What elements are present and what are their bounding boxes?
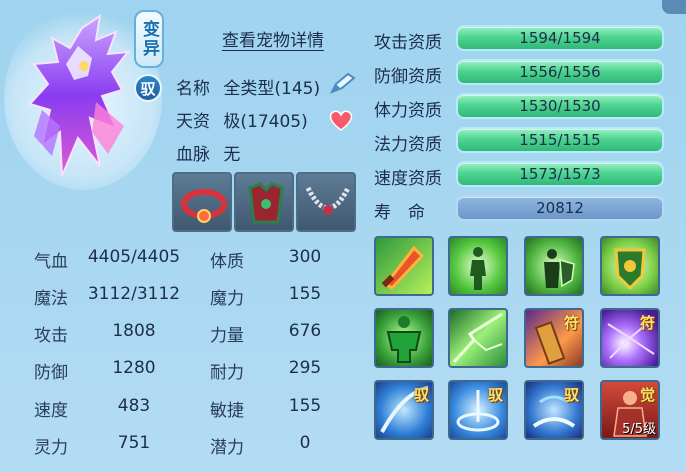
stat-label: 魔力: [210, 289, 244, 309]
skill-slot-5[interactable]: [374, 308, 434, 368]
skill-slot-7[interactable]: 符: [524, 308, 584, 368]
armor-vest-icon: [248, 182, 284, 224]
stat-label: 魔法: [34, 289, 68, 309]
skill-level: 5/5级: [622, 422, 656, 437]
skill-tag: 符: [639, 314, 655, 332]
stat-value: 3112/3112: [87, 284, 181, 304]
stat-label: 耐力: [210, 363, 244, 383]
aptitude-bar-defense: 1556/1556: [456, 59, 664, 85]
aptitude-bar-attack: 1594/1594: [456, 25, 664, 51]
name-label: 名称: [176, 79, 210, 99]
stat-value: 1808: [112, 321, 156, 341]
lifespan-value: 20812: [456, 195, 664, 221]
stat-value: 483: [117, 396, 151, 416]
panel-corner-button[interactable]: [662, 0, 686, 14]
skill-slot-1[interactable]: [374, 236, 434, 296]
green-giant-icon: [386, 316, 422, 363]
skill-slot-8[interactable]: 符: [600, 308, 660, 368]
stat-label: 气血: [34, 252, 68, 272]
pet-bloodline-row: 血脉 无: [176, 140, 240, 165]
red-collar-icon: [181, 189, 227, 223]
stat-label: 灵力: [34, 438, 68, 458]
skill-slot-10[interactable]: 驭: [448, 380, 508, 440]
gold-shield-icon: [614, 248, 646, 291]
stat-value: 1280: [112, 358, 156, 378]
name-value: 全类型(145): [223, 79, 321, 99]
skill-slot-12[interactable]: 觉 5/5级: [600, 380, 660, 440]
lifespan-label: 寿 命: [374, 203, 425, 223]
green-figure-icon: [470, 247, 486, 290]
bead-necklace-icon: [305, 186, 351, 215]
skill-slot-4[interactable]: [600, 236, 660, 296]
talent-value: 极(17405): [223, 112, 308, 132]
aptitude-bar-magic: 1515/1515: [456, 127, 664, 153]
stat-value: 751: [117, 433, 151, 453]
aptitude-label-stamina: 体力资质: [374, 101, 442, 121]
equipment-slot-collar[interactable]: [172, 172, 232, 232]
stat-value: 300: [288, 247, 322, 267]
shield-warrior-icon: [544, 249, 575, 288]
skill-tag: 符: [563, 314, 579, 332]
stat-value: 155: [288, 396, 322, 416]
stat-label: 体质: [210, 252, 244, 272]
aptitude-label-speed: 速度资质: [374, 169, 442, 189]
stat-label: 防御: [34, 363, 68, 383]
bloodline-value: 无: [223, 145, 241, 165]
tame-badge: 驭: [134, 74, 162, 102]
aptitude-label-magic: 法力资质: [374, 135, 442, 155]
skill-slot-9[interactable]: 驭: [374, 380, 434, 440]
skill-tag: 驭: [413, 386, 429, 404]
aptitude-bar-stamina: 1530/1530: [456, 93, 664, 119]
stat-value: 155: [288, 284, 322, 304]
aptitude-label-defense: 防御资质: [374, 67, 442, 87]
equipment-slot-armor[interactable]: [234, 172, 294, 232]
stat-value: 0: [299, 433, 311, 453]
skill-tag: 驭: [563, 386, 579, 404]
stat-label: 敏捷: [210, 401, 244, 421]
stat-label: 攻击: [34, 326, 68, 346]
skill-slot-11[interactable]: 驭: [524, 380, 584, 440]
skill-slot-2[interactable]: [448, 236, 508, 296]
talent-label: 天资: [176, 112, 210, 132]
stat-label: 速度: [34, 401, 68, 421]
stat-value: 4405/4405: [87, 247, 181, 267]
stat-label: 力量: [210, 326, 244, 346]
aptitude-bar-speed: 1573/1573: [456, 161, 664, 187]
flame-sword-icon: [381, 245, 425, 290]
skill-tag: 觉: [639, 386, 655, 404]
view-pet-details-link[interactable]: 查看宠物详情: [206, 26, 340, 51]
stat-value: 676: [288, 321, 322, 341]
equipment-slot-necklace[interactable]: [296, 172, 356, 232]
green-crack-icon: [452, 312, 503, 364]
pet-attribute-panel: 变异 驭 查看宠物详情 名称 全类型(145) 天资 极(17405) 血脉 无: [0, 0, 686, 472]
pet-talent-row: 天资 极(17405): [176, 107, 308, 132]
stat-value: 295: [288, 358, 322, 378]
skill-slot-6[interactable]: [448, 308, 508, 368]
bloodline-label: 血脉: [176, 145, 210, 165]
aptitude-label-attack: 攻击资质: [374, 33, 442, 53]
skill-slot-3[interactable]: [524, 236, 584, 296]
edit-pen-icon[interactable]: [328, 72, 356, 96]
favorite-heart-icon[interactable]: [328, 108, 354, 132]
skill-tag: 驭: [487, 386, 503, 404]
stat-label: 潜力: [210, 438, 244, 458]
mutation-badge: 变异: [134, 10, 164, 68]
pet-name-row: 名称 全类型(145): [176, 74, 320, 99]
